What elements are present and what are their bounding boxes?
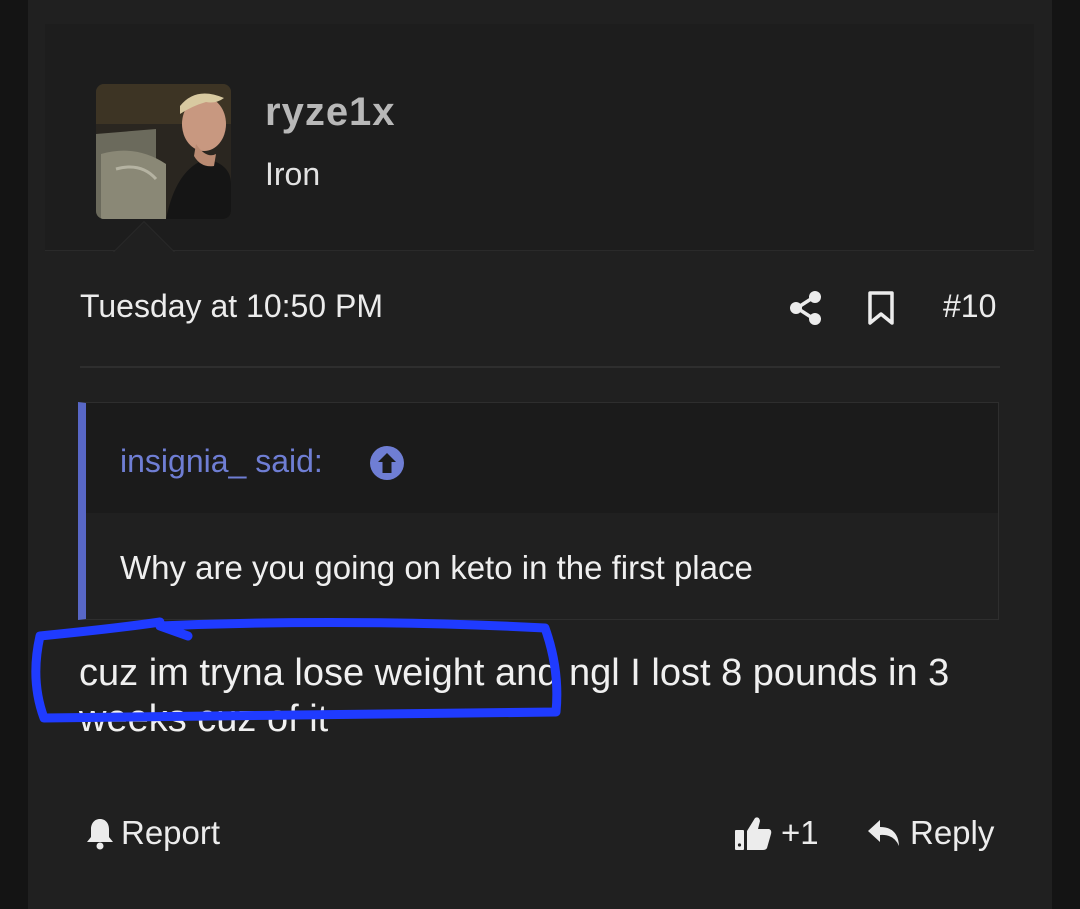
quote-header: insignia_ said:: [86, 403, 998, 513]
user-block: ryze1x Iron: [45, 24, 1034, 251]
user-pointer: [114, 222, 174, 252]
post-date[interactable]: Tuesday at 10:50 PM: [80, 288, 383, 325]
arrow-up-circle-icon: [370, 446, 404, 480]
reply-label: Reply: [910, 814, 995, 851]
quote-author[interactable]: insignia_ said:: [120, 443, 323, 480]
post-number-link[interactable]: #10: [943, 288, 996, 325]
avatar[interactable]: [96, 84, 231, 219]
message-body: cuz im tryna lose weight and ngl I lost …: [79, 652, 950, 740]
bookmark-button[interactable]: [866, 290, 896, 326]
share-icon: [790, 291, 821, 325]
header-divider: [80, 366, 1000, 368]
user-photo-avatar-icon: [96, 84, 231, 219]
user-title: Iron: [265, 156, 321, 192]
quote-block: insignia_ said: Why are you going on ket…: [78, 402, 999, 620]
bell-icon: [87, 819, 113, 850]
reply-arrow-icon: [868, 820, 899, 846]
share-button[interactable]: [788, 290, 824, 326]
report-label: Report: [121, 814, 221, 851]
like-button[interactable]: +1: [733, 812, 819, 854]
reply-button[interactable]: Reply: [866, 812, 994, 854]
quote-jump-button[interactable]: [369, 445, 405, 481]
quote-text: Why are you going on keto in the first p…: [120, 549, 753, 586]
thumbs-up-icon: [735, 817, 772, 850]
bookmark-icon: [868, 291, 894, 325]
like-count: +1: [781, 814, 819, 851]
report-button[interactable]: Report: [85, 812, 220, 854]
username[interactable]: ryze1x: [265, 90, 396, 135]
post-card: ryze1x Iron Tuesday at 10:50 PM #10 insi…: [28, 0, 1052, 909]
